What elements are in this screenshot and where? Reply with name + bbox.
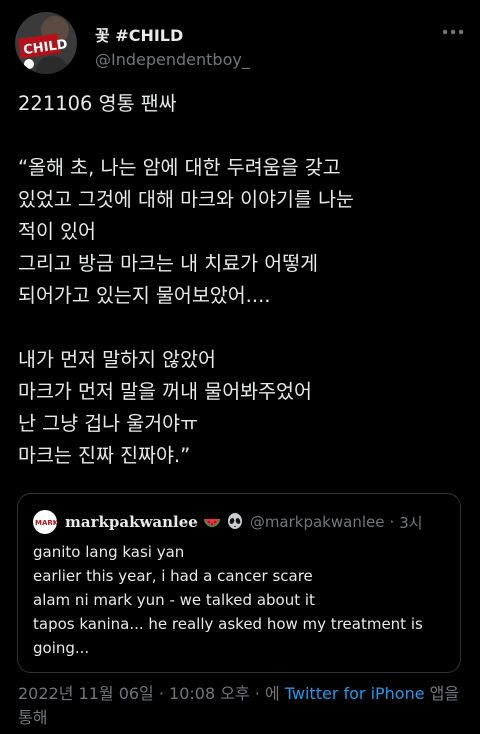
tweet-line: 적이 있어 (18, 220, 96, 243)
metadata-row: 2022년 11월 06일 · 10:08 오후 · 에 Twitter for… (18, 682, 468, 706)
author-avatar[interactable]: CHILD (15, 12, 77, 74)
author-handle[interactable]: @Independentboy_ (95, 50, 250, 69)
tweet-line: “올해 초, 나는 암에 대한 두려움을 갖고 (18, 156, 341, 179)
tweet-line: 마크가 먼저 말을 꺼내 물어봐주었어 (18, 380, 312, 403)
via-suffix: 앱을 (424, 684, 460, 703)
tweet-line: 221106 영통 팬싸 (18, 92, 177, 115)
quoted-avatar-logo-text: MARK (35, 519, 57, 527)
tweet-header: CHILD 꽃 #CHILD @Independentboy_ (0, 0, 480, 84)
watermelon-emoji-icon (203, 513, 221, 531)
tweet-line: 되어가고 있는지 물어보았어.... (18, 284, 271, 307)
quoted-line: going... (33, 639, 90, 657)
quoted-line: ganito lang kasi yan (33, 543, 185, 561)
tweet-line: 있었고 그것에 대해 마크와 이야기를 나눈 (18, 188, 354, 211)
meta-dot: · (249, 684, 265, 703)
tweet-line: 난 그냥 겁나 울거야ㅠ (18, 412, 199, 435)
quoted-tweet-card[interactable]: MARK markpakwanlee @markpakwanlee · 3시 g… (17, 493, 461, 673)
quoted-tweet-header: MARK markpakwanlee @markpakwanlee · 3시 (33, 510, 423, 534)
more-options-icon[interactable] (438, 20, 468, 44)
tweet-line: 그리고 방금 마크는 내 치료가 어떻게 (18, 252, 319, 275)
quoted-tweet-text: ganito lang kasi yan earlier this year, … (33, 540, 453, 660)
source-app-link[interactable]: Twitter for iPhone (285, 684, 425, 703)
tweet-metadata: 2022년 11월 06일 · 10:08 오후 · 에 Twitter for… (18, 682, 468, 730)
meta-dot: · (153, 684, 170, 703)
quoted-timestamp[interactable]: 3시 (399, 512, 422, 533)
quoted-line: alam ni mark yun - we talked about it (33, 591, 315, 609)
tweet-line: 마크는 진짜 진짜야.” (18, 444, 191, 467)
quoted-author-avatar[interactable]: MARK (33, 510, 57, 534)
via-prefix: 에 (264, 684, 285, 703)
quoted-author-name[interactable]: markpakwanlee (65, 513, 198, 531)
quoted-line: earlier this year, i had a cancer scare (33, 567, 313, 585)
author-display-name[interactable]: 꽃 #CHILD (95, 22, 183, 46)
tweet-text: 221106 영통 팬싸 “올해 초, 나는 암에 대한 두려움을 갖고 있었고… (18, 88, 468, 472)
quoted-separator: · (389, 513, 395, 531)
tweet-time[interactable]: 10:08 오후 (169, 684, 250, 703)
quoted-line: tapos kanina... he really asked how my t… (33, 615, 423, 633)
avatar-image: CHILD (15, 12, 77, 74)
alien-emoji-icon (226, 513, 244, 531)
quoted-author-handle[interactable]: @markpakwanlee (250, 513, 385, 531)
via-suffix-line: 통해 (18, 708, 48, 727)
tweet-date[interactable]: 2022년 11월 06일 (18, 684, 154, 703)
tweet-line: 내가 먼저 말하지 않았어 (18, 348, 216, 371)
